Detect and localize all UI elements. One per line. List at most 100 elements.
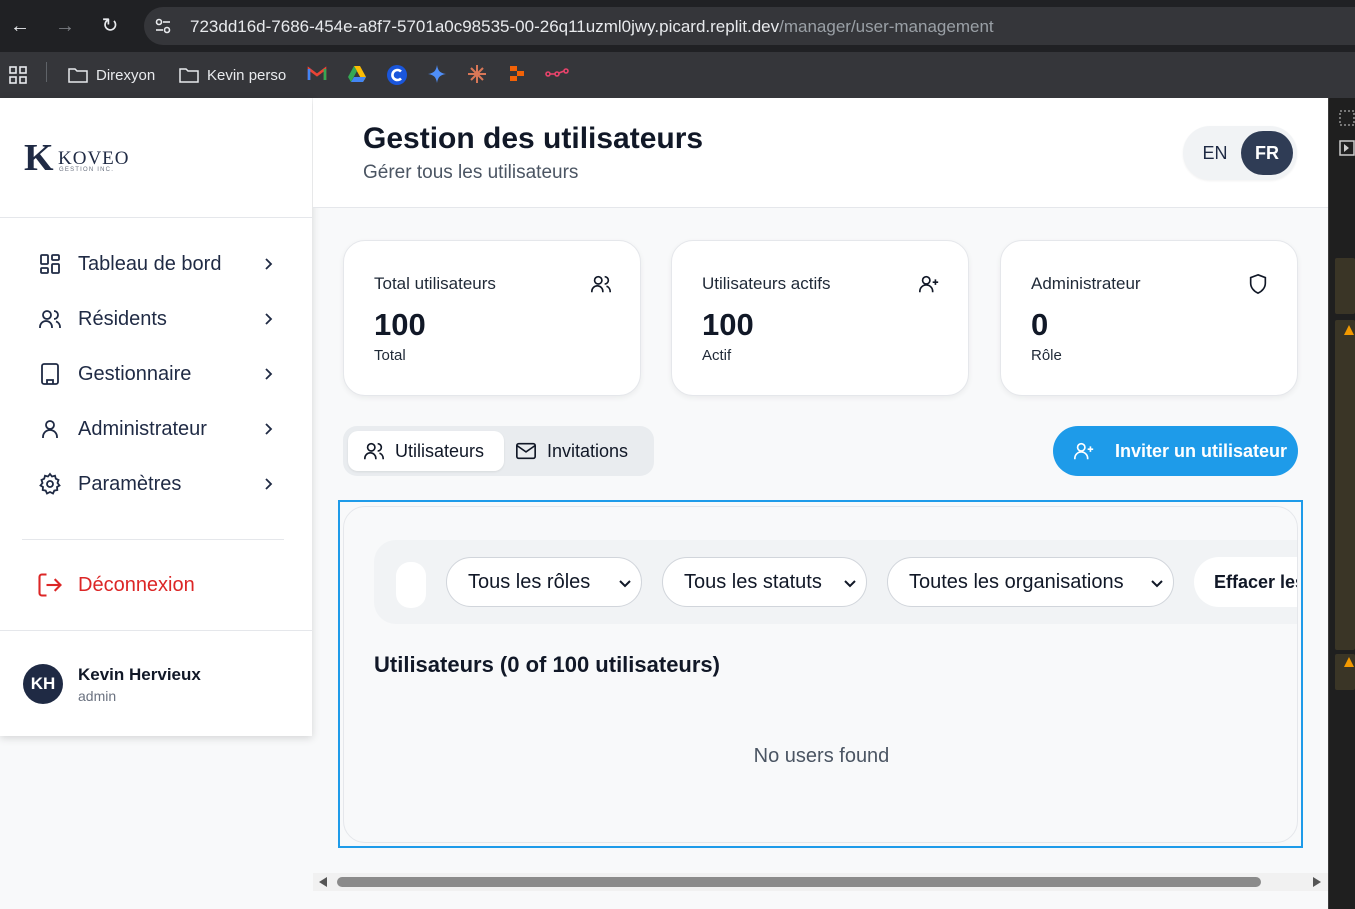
- sidebar-item-administrator[interactable]: Administrateur: [36, 409, 276, 449]
- stat-subtitle: Total: [374, 347, 406, 364]
- invite-button-label: Inviter un utilisateur: [1115, 440, 1288, 461]
- warning-region: [1335, 258, 1355, 314]
- drive-icon[interactable]: [347, 65, 367, 83]
- logo-subtitle: GESTION INC.: [59, 167, 115, 173]
- search-input[interactable]: [396, 562, 426, 608]
- clear-filters-button[interactable]: Effacer les filt: [1194, 557, 1297, 607]
- chevron-right-icon: [265, 258, 273, 270]
- role-filter-select[interactable]: Tous les rôles: [446, 557, 642, 607]
- browser-toolbar: ← → ↻ 723dd16d-7686-454e-a8f7-5701a0c985…: [0, 0, 1355, 52]
- tab-users[interactable]: Utilisateurs: [348, 431, 504, 471]
- tab-label: Utilisateurs: [395, 440, 485, 461]
- shield-icon: [1249, 273, 1267, 295]
- claude-icon[interactable]: [467, 64, 487, 84]
- apps-grid-icon[interactable]: [8, 65, 28, 85]
- role-filter-value: Tous les rôles: [468, 570, 591, 593]
- page-header: Gestion des utilisateurs Gérer tous les …: [313, 98, 1328, 208]
- sidebar-item-dashboard[interactable]: Tableau de bord: [36, 244, 276, 284]
- logout-button[interactable]: Déconnexion: [36, 565, 195, 605]
- users-icon: [591, 275, 611, 293]
- sidebar-divider: [22, 539, 284, 540]
- stat-value: 0: [1031, 307, 1049, 342]
- tabs: Utilisateurs Invitations: [343, 426, 654, 476]
- stat-subtitle: Actif: [702, 347, 732, 364]
- sidebar-item-label: Administrateur: [78, 417, 207, 440]
- folder-icon: [179, 68, 199, 83]
- scroll-left-arrow-icon[interactable]: [319, 877, 327, 887]
- bookmarks-divider: [46, 62, 47, 82]
- chevron-right-icon: [265, 478, 273, 490]
- back-arrow-icon[interactable]: ←: [8, 14, 32, 38]
- lang-fr-button[interactable]: FR: [1241, 131, 1293, 175]
- tab-invitations[interactable]: Invitations: [515, 431, 628, 471]
- stat-value: 100: [702, 307, 754, 342]
- chevron-down-icon: [619, 580, 631, 588]
- gemini-icon[interactable]: [427, 64, 447, 84]
- forward-arrow-icon[interactable]: →: [53, 14, 77, 38]
- avatar: KH: [23, 664, 63, 704]
- users-heading: Utilisateurs (0 of 100 utilisateurs): [374, 652, 720, 677]
- stat-title: Total utilisateurs: [374, 274, 496, 293]
- site-settings-icon[interactable]: [154, 17, 172, 35]
- organization-filter-select[interactable]: Toutes les organisations: [887, 557, 1174, 607]
- sidebar-item-settings[interactable]: Paramètres: [36, 464, 276, 504]
- chevron-right-icon: [265, 313, 273, 325]
- sidebar-item-label: Gestionnaire: [78, 362, 192, 385]
- workflow-icon[interactable]: [545, 68, 569, 80]
- user-plus-icon: [1074, 442, 1094, 460]
- replit-icon[interactable]: [508, 65, 526, 83]
- invite-user-button[interactable]: Inviter un utilisateur: [1053, 426, 1298, 476]
- user-profile[interactable]: KH Kevin Hervieux admin: [0, 630, 312, 736]
- sidebar: K KOVEO GESTION INC. Tableau de bord Rés…: [0, 98, 312, 736]
- status-filter-select[interactable]: Tous les statuts: [662, 557, 867, 607]
- stat-subtitle: Rôle: [1031, 347, 1062, 364]
- dashboard-icon: [36, 250, 64, 278]
- stat-card-total-users: Total utilisateurs 100 Total: [343, 240, 641, 396]
- bookmark-label: Kevin perso: [207, 66, 287, 84]
- empty-state-message: No users found: [753, 745, 890, 767]
- users-panel: Tous les rôles Tous les statuts Toutes l…: [343, 506, 1298, 843]
- stat-value: 100: [374, 307, 426, 342]
- sidebar-item-residents[interactable]: Résidents: [36, 299, 276, 339]
- stat-card-active-users: Utilisateurs actifs 100 Actif: [671, 240, 969, 396]
- user-plus-icon: [919, 275, 939, 293]
- inspect-icon[interactable]: [1339, 110, 1355, 126]
- stat-card-administrator: Administrateur 0 Rôle: [1000, 240, 1298, 396]
- scroll-right-arrow-icon[interactable]: [1313, 877, 1321, 887]
- sidebar-item-manager[interactable]: Gestionnaire: [36, 354, 276, 394]
- bookmark-kevin-perso[interactable]: Kevin perso: [179, 64, 286, 86]
- chevron-right-icon: [265, 423, 273, 435]
- clear-filters-label: Effacer les filt: [1214, 571, 1297, 592]
- stat-title: Utilisateurs actifs: [702, 274, 831, 293]
- device-toolbar-icon[interactable]: [1339, 140, 1355, 156]
- lang-en-button[interactable]: EN: [1191, 131, 1239, 175]
- address-bar[interactable]: 723dd16d-7686-454e-a8f7-5701a0c98535-00-…: [144, 7, 1355, 45]
- chevron-down-icon: [844, 580, 856, 588]
- horizontal-scrollbar[interactable]: [313, 873, 1328, 891]
- bookmark-label: Direxyon: [96, 66, 156, 84]
- user-icon: [36, 415, 64, 443]
- building-icon: [36, 360, 64, 388]
- logout-icon: [38, 573, 62, 597]
- warning-icon: [1344, 657, 1354, 667]
- users-icon: [364, 442, 384, 460]
- bookmark-direxyon[interactable]: Direxyon: [68, 64, 155, 86]
- logo-mark: K: [24, 137, 54, 179]
- filter-bar: Tous les rôles Tous les statuts Toutes l…: [374, 540, 1297, 624]
- scrollbar-thumb[interactable]: [337, 877, 1261, 887]
- bookmarks-bar: Direxyon Kevin perso: [0, 52, 1355, 98]
- devtools-panel-edge: [1328, 98, 1355, 909]
- gmail-icon[interactable]: [307, 66, 327, 82]
- logo[interactable]: K KOVEO GESTION INC.: [0, 98, 312, 218]
- stat-title: Administrateur: [1031, 274, 1141, 293]
- logout-label: Déconnexion: [78, 573, 195, 596]
- reload-icon[interactable]: ↻: [98, 14, 122, 38]
- gear-icon: [36, 470, 64, 498]
- organization-filter-value: Toutes les organisations: [909, 570, 1124, 593]
- sidebar-item-label: Résidents: [78, 307, 167, 330]
- user-role: admin: [78, 688, 117, 704]
- c-app-icon[interactable]: [386, 64, 408, 86]
- status-filter-value: Tous les statuts: [684, 570, 822, 593]
- warning-icon: [1344, 325, 1354, 335]
- page-subtitle: Gérer tous les utilisateurs: [363, 162, 579, 183]
